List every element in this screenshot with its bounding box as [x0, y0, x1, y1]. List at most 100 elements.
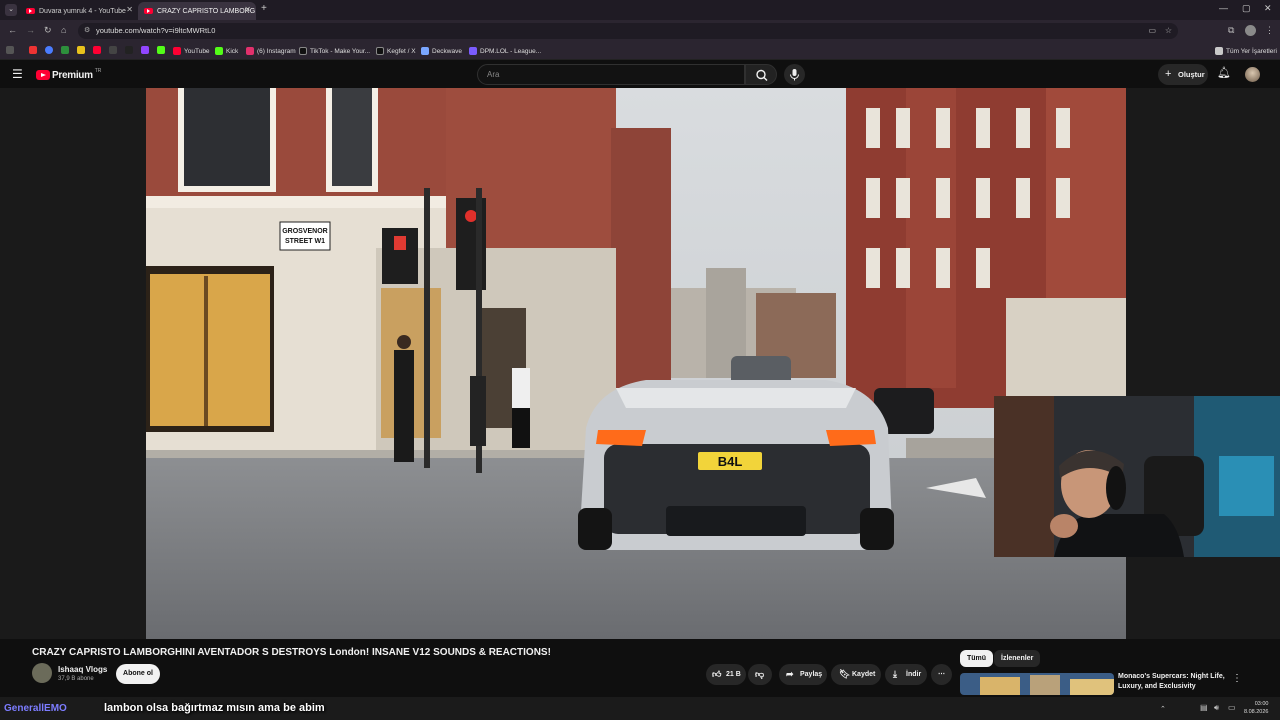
bookmark-icon[interactable] [77, 46, 85, 54]
apps-grid-icon[interactable] [6, 46, 14, 54]
like-count: 21 B [726, 671, 741, 678]
subscribe-button[interactable]: Abone ol [116, 664, 160, 684]
home-icon[interactable]: ⌂ [61, 25, 66, 35]
instagram-icon [246, 47, 254, 55]
thumbs-down-icon: 👎︎ [755, 669, 765, 679]
microphone-icon [790, 69, 799, 81]
channel-name[interactable]: Ishaaq Vlogs [58, 665, 107, 674]
volume-icon[interactable]: 🔊︎ [1214, 703, 1219, 713]
bookmarks-bar: YouTube Kick (6) Instagram TikTok - Make… [0, 42, 1280, 60]
kick-bookmark-icon[interactable] [157, 46, 165, 54]
create-label: Oluştur [1178, 70, 1205, 79]
recommendation-menu-icon[interactable]: ⋮ [1232, 673, 1242, 684]
bookmark-icon[interactable] [29, 46, 37, 54]
bookmark-tiktok[interactable]: TikTok - Make Your... [299, 45, 370, 57]
close-tab-icon[interactable]: ✕ [126, 5, 133, 14]
x-bookmark-icon[interactable] [125, 46, 133, 54]
share-icon: ➦ [786, 669, 794, 679]
all-bookmarks[interactable]: Tüm Yer İşaretleri [1215, 45, 1277, 57]
bookmark-deckwave[interactable]: Deckwave [421, 45, 462, 57]
folder-icon [1215, 47, 1223, 55]
profile-avatar[interactable] [1245, 25, 1256, 36]
bookmark-star-icon[interactable]: ☆ [1165, 23, 1172, 39]
video-frame[interactable]: GROSVENOR STREET W1 B4L [146, 88, 1126, 639]
save-label: Kaydet [852, 671, 876, 678]
cast-icon[interactable]: ▭ [1148, 23, 1156, 39]
taskbar-clock[interactable]: 03:00 8.08.2026 [1244, 700, 1268, 716]
like-button[interactable]: 👍︎ 21 B [706, 664, 746, 685]
tab-title: Duvara yumruk 4 - YouTube [39, 7, 126, 15]
bookmark-dpm[interactable]: DPM.LOL - League... [469, 45, 541, 57]
url-field[interactable]: ⚙ youtube.com/watch?v=i9ltcMWRtL0 ▭ ☆ [78, 23, 1178, 39]
back-icon[interactable]: ← [8, 25, 17, 35]
video-scene-image: GROSVENOR STREET W1 B4L [146, 88, 1126, 639]
bookmark-label: Kegfet / X [387, 47, 416, 55]
bookmark-icon[interactable] [45, 46, 53, 54]
new-tab-icon[interactable]: + [261, 3, 267, 14]
battery-icon[interactable]: ▭ [1228, 703, 1236, 712]
more-horizontal-icon: ⋯ [938, 671, 945, 678]
maximize-icon[interactable]: ▢ [1242, 3, 1251, 14]
voice-search-button[interactable] [784, 64, 805, 85]
channel-avatar[interactable] [32, 663, 52, 683]
bookmark-icon[interactable] [109, 46, 117, 54]
extensions-icon[interactable]: ⧉ [1228, 25, 1234, 36]
all-bookmarks-label: Tüm Yer İşaretleri [1226, 47, 1277, 55]
save-button[interactable]: 🔖︎ Kaydet [831, 664, 881, 685]
share-button[interactable]: ➦ Paylaş [779, 664, 827, 685]
kick-icon [215, 47, 223, 55]
recommendation-title[interactable]: Monaco's Supercars: Night Life, Luxury, … [1118, 672, 1228, 692]
webcam-image [994, 396, 1280, 557]
bookmark-label: YouTube [184, 47, 210, 55]
youtube-logo[interactable]: Premium TR [36, 68, 102, 81]
dislike-button[interactable]: 👎︎ [748, 664, 772, 685]
forward-icon[interactable]: → [26, 25, 35, 35]
reload-icon[interactable]: ↻ [44, 25, 52, 36]
account-avatar[interactable] [1245, 67, 1260, 82]
street-sign-line2: STREET W1 [285, 238, 325, 245]
video-player[interactable]: GROSVENOR STREET W1 B4L [0, 88, 1280, 639]
tab-title: CRAZY CAPRISTO LAMBORG [157, 7, 256, 15]
search-input[interactable]: Ara [477, 64, 745, 85]
youtube-favicon-icon [26, 8, 35, 14]
close-tab-icon[interactable]: ✕ [244, 5, 251, 14]
logo-region: TR [94, 68, 102, 74]
notifications-bell-icon[interactable]: 🔔︎ [1217, 66, 1231, 79]
street-sign-line1: GROSVENOR [282, 228, 328, 235]
bookmark-label: TikTok - Make Your... [310, 47, 371, 55]
tab-crazy-capristo[interactable]: CRAZY CAPRISTO LAMBORG ✕ [138, 2, 256, 20]
youtube-icon [173, 47, 181, 55]
chat-username: GenerallEMO [4, 703, 67, 714]
bookmark-icon[interactable] [93, 46, 101, 54]
network-icon[interactable]: ▤ [1200, 703, 1208, 712]
window-close-icon[interactable]: ✕ [1264, 3, 1272, 14]
deckwave-icon [421, 47, 429, 55]
dpm-icon [469, 47, 477, 55]
chip-all[interactable]: Tümü [960, 650, 994, 667]
logo-text: Premium [52, 69, 93, 81]
tab-duvara-yumruk[interactable]: Duvara yumruk 4 - YouTube ✕ [20, 2, 138, 20]
chip-watched[interactable]: İzlenenler [994, 650, 1041, 667]
twitch-bookmark-icon[interactable] [141, 46, 149, 54]
download-label: İndir [906, 671, 922, 678]
download-icon: ⤓ [893, 669, 897, 679]
bookmark-kick[interactable]: Kick [215, 45, 238, 57]
search-icon [756, 69, 768, 81]
bookmark-instagram[interactable]: (6) Instagram [246, 45, 296, 57]
system-tray-icon[interactable]: ⌃ [1160, 705, 1166, 713]
browser-menu-icon[interactable]: ⋮ [1265, 25, 1274, 36]
search-button[interactable] [745, 64, 777, 85]
create-button[interactable]: + Oluştur [1158, 64, 1208, 85]
site-info-icon[interactable]: ⚙ [84, 23, 90, 39]
bookmark-youtube[interactable]: YouTube [173, 45, 210, 57]
more-actions-button[interactable]: ⋯ [931, 664, 952, 685]
bookmark-icon[interactable] [61, 46, 69, 54]
minimize-icon[interactable]: — [1219, 3, 1228, 13]
download-button[interactable]: ⤓ İndir [885, 664, 927, 685]
recommendation-thumbnail[interactable] [960, 673, 1114, 695]
tab-search-icon[interactable]: ⌄ [5, 4, 17, 16]
subscriber-count: 37,9 B abone [58, 676, 94, 682]
bookmark-x[interactable]: Kegfet / X [376, 45, 416, 57]
menu-icon[interactable]: ☰ [12, 67, 23, 81]
bookmark-label: Kick [226, 47, 239, 55]
